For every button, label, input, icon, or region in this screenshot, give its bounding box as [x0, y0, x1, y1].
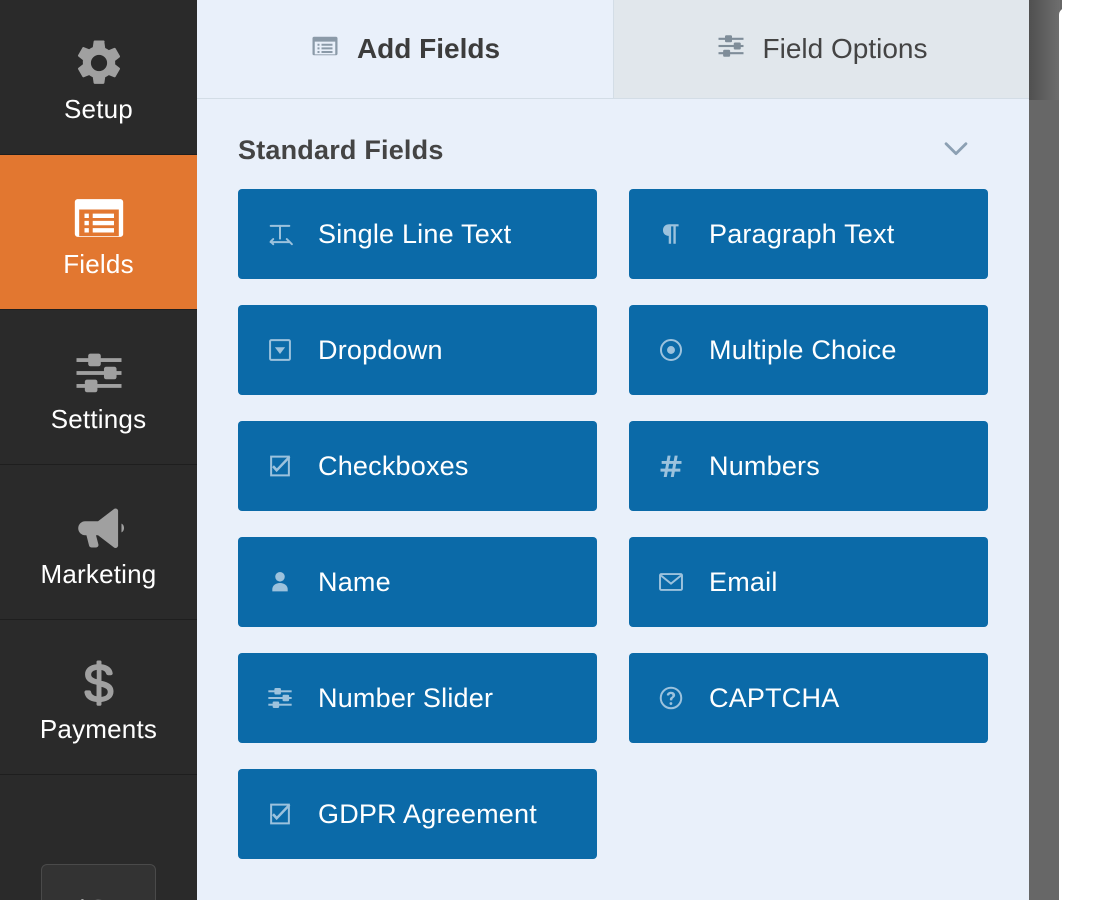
sidebar-item-label: Marketing: [40, 559, 157, 589]
standard-fields-section-header[interactable]: Standard Fields: [197, 111, 1029, 189]
field-label: Name: [318, 566, 391, 597]
section-title: Standard Fields: [238, 134, 444, 165]
field-label: Dropdown: [318, 334, 443, 365]
field-label: Checkboxes: [318, 450, 469, 481]
panel-tabs: Add Fields Field Options: [197, 0, 1029, 99]
sidebar-item-fields[interactable]: Fields: [0, 155, 197, 310]
field-button-name[interactable]: Name: [238, 537, 597, 627]
field-button-number-slider[interactable]: Number Slider: [238, 653, 597, 743]
form-preview-panel: [1059, 8, 1116, 900]
field-label: CAPTCHA: [709, 682, 840, 713]
sidebar-item-settings[interactable]: Settings: [0, 310, 197, 465]
megaphone-icon: [70, 497, 128, 559]
backdrop-shadow: [1029, 0, 1060, 100]
pilcrow-icon: [655, 220, 687, 248]
field-button-numbers[interactable]: Numbers: [629, 421, 988, 511]
field-button-checkboxes[interactable]: Checkboxes: [238, 421, 597, 511]
app-root: Setup Fields Settings Marketing Payments…: [0, 0, 1116, 900]
field-label: Single Line Text: [318, 218, 512, 249]
sliders-icon: [264, 684, 296, 712]
sidebar-item-label: Fields: [63, 249, 134, 279]
sidebar: Setup Fields Settings Marketing Payments: [0, 0, 197, 900]
caret-square-down-icon: [264, 336, 296, 364]
sidebar-item-label: Setup: [64, 94, 133, 124]
field-button-paragraph-text[interactable]: Paragraph Text: [629, 189, 988, 279]
field-button-gdpr-agreement[interactable]: GDPR Agreement: [238, 769, 597, 859]
question-circle-icon: [655, 684, 687, 712]
sliders-icon: [72, 342, 126, 404]
tab-label: Add Fields: [356, 33, 501, 64]
field-button-single-line-text[interactable]: Single Line Text: [238, 189, 597, 279]
undo-arrow-icon: [71, 887, 127, 900]
chevron-down-icon[interactable]: [939, 131, 973, 170]
field-button-email[interactable]: Email: [629, 537, 988, 627]
sliders-icon: [716, 31, 746, 68]
field-label: GDPR Agreement: [318, 798, 537, 829]
fields-panel: Add Fields Field Options Standard Fields…: [197, 0, 1029, 900]
list-card-icon: [70, 187, 128, 249]
field-label: Paragraph Text: [709, 218, 895, 249]
field-button-dropdown[interactable]: Dropdown: [238, 305, 597, 395]
standard-fields-grid: Single Line Text Paragraph Text Dropdown…: [197, 189, 1029, 859]
sidebar-item-label: Payments: [39, 714, 158, 744]
list-card-icon: [310, 31, 340, 68]
sidebar-item-setup[interactable]: Setup: [0, 0, 197, 155]
hashtag-icon: [655, 452, 687, 480]
checkbox-checked-icon: [264, 800, 296, 828]
radio-button-icon: [655, 336, 687, 364]
text-width-icon: [264, 220, 296, 248]
tab-label: Field Options: [762, 33, 928, 64]
field-button-captcha[interactable]: CAPTCHA: [629, 653, 988, 743]
dollar-sign-icon: [72, 652, 126, 714]
sidebar-item-label: Settings: [50, 404, 147, 434]
backdrop-gray-strip: [1029, 0, 1062, 900]
tab-add-fields[interactable]: Add Fields: [197, 0, 613, 98]
sidebar-item-payments[interactable]: Payments: [0, 620, 197, 775]
tab-field-options[interactable]: Field Options: [613, 0, 1029, 98]
checkbox-checked-icon: [264, 452, 296, 480]
field-label: Number Slider: [318, 682, 494, 713]
gear-icon: [72, 32, 126, 94]
user-icon: [264, 568, 296, 596]
field-label: Numbers: [709, 450, 820, 481]
field-label: Multiple Choice: [709, 334, 897, 365]
undo-button[interactable]: [41, 864, 156, 900]
field-label: Email: [709, 566, 778, 597]
envelope-icon: [655, 568, 687, 596]
sidebar-item-marketing[interactable]: Marketing: [0, 465, 197, 620]
field-button-multiple-choice[interactable]: Multiple Choice: [629, 305, 988, 395]
